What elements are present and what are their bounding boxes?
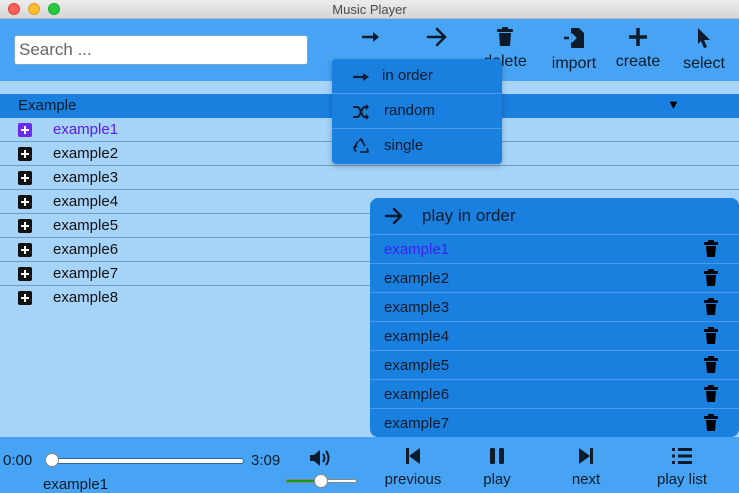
playlist-item[interactable]: example5 xyxy=(370,351,739,380)
play-button-label: play xyxy=(483,471,511,488)
trash-icon[interactable] xyxy=(703,356,719,374)
playlist-item[interactable]: example2 xyxy=(370,264,739,293)
import-icon xyxy=(564,28,584,48)
menu-item-random[interactable]: random xyxy=(332,94,502,129)
title-bar: Music Player xyxy=(0,0,739,19)
playlist-item[interactable]: example7 xyxy=(370,409,739,437)
list-item[interactable]: example3 xyxy=(0,166,739,190)
playlist-item[interactable]: example6 xyxy=(370,380,739,409)
shuffle-icon xyxy=(353,104,369,120)
playlist-header: play in order xyxy=(370,198,739,235)
select-button-label: select xyxy=(683,55,725,72)
playlist-panel: play in order example1 example2 example3… xyxy=(370,198,739,437)
trash-icon[interactable] xyxy=(703,240,719,258)
progress-slider[interactable] xyxy=(45,453,244,467)
cursor-icon xyxy=(698,28,710,48)
pause-icon xyxy=(490,448,504,464)
add-to-playlist-icon[interactable] xyxy=(18,267,32,281)
player-bar: 0:00 3:09 example1 previous play next pl… xyxy=(0,437,739,493)
play-mode-menu: in order random single xyxy=(332,59,502,164)
plus-icon xyxy=(629,28,647,46)
menu-item-label: in order xyxy=(382,67,433,84)
trash-icon[interactable] xyxy=(703,269,719,287)
add-to-playlist-icon[interactable] xyxy=(18,171,32,185)
trash-icon[interactable] xyxy=(703,327,719,345)
select-button[interactable]: select xyxy=(680,27,728,79)
window-title: Music Player xyxy=(332,2,407,17)
list-item-name: example5 xyxy=(53,217,119,234)
playlist-item-name: example3 xyxy=(384,299,450,316)
playlist-item-name: example1 xyxy=(384,241,450,258)
playlist-item[interactable]: example4 xyxy=(370,322,739,351)
playlist-item[interactable]: example1 xyxy=(370,235,739,264)
list-icon xyxy=(672,448,692,464)
create-button[interactable]: create xyxy=(614,27,662,79)
add-to-playlist-icon[interactable] xyxy=(18,123,32,137)
progress-slider-handle[interactable] xyxy=(45,453,59,467)
create-button-label: create xyxy=(615,53,661,70)
add-to-playlist-icon[interactable] xyxy=(18,219,32,233)
list-item-name: example7 xyxy=(53,265,119,282)
list-item-name: example6 xyxy=(53,241,119,258)
playlist-item-name: example5 xyxy=(384,357,450,374)
now-playing-title: example1 xyxy=(43,476,109,493)
trash-icon[interactable] xyxy=(703,414,719,432)
volume-icon[interactable] xyxy=(309,448,333,468)
previous-icon xyxy=(406,448,420,464)
list-item-name: example8 xyxy=(53,289,119,306)
playlist-item-name: example6 xyxy=(384,386,450,403)
playlist-item-name: example2 xyxy=(384,270,450,287)
library-header-label: Example xyxy=(18,97,77,114)
volume-slider[interactable] xyxy=(285,474,357,488)
trash-icon[interactable] xyxy=(703,385,719,403)
play-list-button-label: play list xyxy=(656,471,708,488)
list-item-name: example3 xyxy=(53,169,119,186)
previous-button[interactable]: previous xyxy=(380,447,446,488)
menu-item-single[interactable]: single xyxy=(332,129,502,164)
menu-item-label: random xyxy=(384,102,435,119)
import-button[interactable]: import xyxy=(548,27,600,79)
menu-item-in-order[interactable]: in order xyxy=(332,59,502,94)
menu-item-label: single xyxy=(384,137,424,154)
total-time: 3:09 xyxy=(251,452,281,469)
play-list-button[interactable]: play list xyxy=(650,447,714,488)
import-button-label: import xyxy=(551,55,597,72)
add-to-playlist-icon[interactable] xyxy=(18,195,32,209)
previous-button-label: previous xyxy=(384,471,442,488)
list-item-name: example4 xyxy=(53,193,119,210)
next-icon xyxy=(579,448,593,464)
current-time: 0:00 xyxy=(3,452,33,469)
long-arrow-right-icon xyxy=(353,73,369,81)
playlist-item-name: example4 xyxy=(384,328,450,345)
playlist-item-name: example7 xyxy=(384,415,450,432)
play-button[interactable]: play xyxy=(476,447,518,488)
list-item-name: example1 xyxy=(53,121,119,138)
next-button-label: next xyxy=(571,471,601,488)
trash-icon[interactable] xyxy=(703,298,719,316)
trash-icon xyxy=(497,27,513,46)
volume-slider-handle[interactable] xyxy=(314,474,328,488)
recycle-icon xyxy=(353,138,369,153)
add-to-playlist-icon[interactable] xyxy=(18,291,32,305)
long-arrow-right-icon xyxy=(362,32,379,42)
triangle-down-icon[interactable]: ▼ xyxy=(667,97,680,112)
playlist-title: play in order xyxy=(422,206,516,225)
next-button[interactable]: next xyxy=(566,447,606,488)
arrow-right-icon xyxy=(384,207,403,225)
add-to-playlist-icon[interactable] xyxy=(18,243,32,257)
list-item-name: example2 xyxy=(53,145,119,162)
add-to-playlist-icon[interactable] xyxy=(18,147,32,161)
arrow-right-icon xyxy=(426,27,447,47)
search-input[interactable] xyxy=(14,35,308,65)
playlist-item[interactable]: example3 xyxy=(370,293,739,322)
